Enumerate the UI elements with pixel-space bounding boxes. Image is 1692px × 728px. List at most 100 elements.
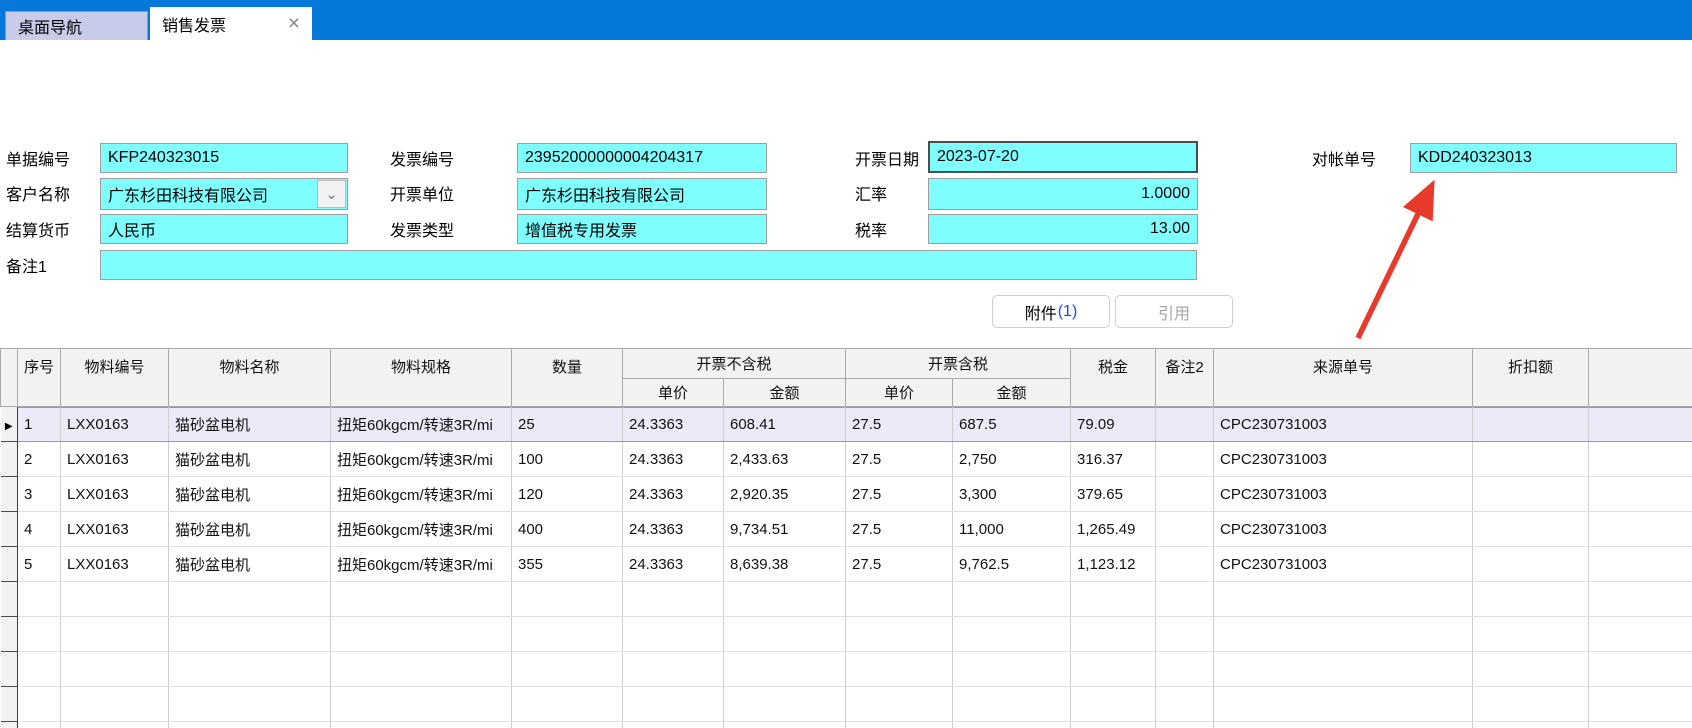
doc-no-field[interactable]: KFP240323015 xyxy=(100,143,348,173)
cell-excl-amount[interactable]: 9,734.51 xyxy=(724,512,846,547)
cell-incl-unit-price[interactable]: 27.5 xyxy=(846,407,953,442)
col-header-material-spec[interactable]: 物料规格 xyxy=(331,349,512,407)
cell-incl-amount[interactable]: 11,000 xyxy=(953,512,1071,547)
row-selector[interactable] xyxy=(1,547,18,582)
cell-material-spec[interactable]: 扭矩60kgcm/转速3R/mi xyxy=(331,442,512,477)
cell-tax[interactable]: 79.09 xyxy=(1071,407,1156,442)
cell-incl-amount[interactable]: 9,762.5 xyxy=(953,547,1071,582)
invoice-no-field[interactable]: 23952000000004204317 xyxy=(517,143,767,173)
cell-excl-unit-price[interactable]: 24.3363 xyxy=(623,477,724,512)
cell-qty[interactable]: 120 xyxy=(512,477,623,512)
cell-source-no[interactable]: CPC230731003 xyxy=(1214,512,1473,547)
cell-incl-unit-price[interactable]: 27.5 xyxy=(846,547,953,582)
cell-remark2[interactable] xyxy=(1156,407,1214,442)
cell-tax[interactable]: 379.65 xyxy=(1071,477,1156,512)
cell-source-no[interactable]: CPC230731003 xyxy=(1214,477,1473,512)
statement-no-field[interactable]: KDD240323013 xyxy=(1410,143,1677,173)
currency-field[interactable]: 人民币 xyxy=(100,214,348,244)
cell-excl-amount[interactable]: 2,920.35 xyxy=(724,477,846,512)
col-header-source-no[interactable]: 来源单号 xyxy=(1214,349,1473,407)
row-selector[interactable] xyxy=(1,442,18,477)
col-header-excl-amount[interactable]: 金额 xyxy=(724,379,846,407)
cell-tax[interactable]: 1,123.12 xyxy=(1071,547,1156,582)
cell-incl-amount[interactable]: 3,300 xyxy=(953,477,1071,512)
cell-discount[interactable] xyxy=(1473,512,1589,547)
cell-excl-unit-price[interactable]: 24.3363 xyxy=(623,442,724,477)
cell-material-name[interactable]: 猫砂盆电机 xyxy=(169,407,331,442)
cell-qty[interactable]: 400 xyxy=(512,512,623,547)
cell-seq[interactable]: 4 xyxy=(18,512,61,547)
cell-excl-amount[interactable]: 608.41 xyxy=(724,407,846,442)
cell-discount[interactable] xyxy=(1473,477,1589,512)
cell-material-no[interactable]: LXX0163 xyxy=(61,547,169,582)
cell-material-name[interactable]: 猫砂盆电机 xyxy=(169,477,331,512)
cell-source-no[interactable]: CPC230731003 xyxy=(1214,442,1473,477)
cell-source-no[interactable]: CPC230731003 xyxy=(1214,407,1473,442)
cell-material-no[interactable]: LXX0163 xyxy=(61,477,169,512)
cell-incl-unit-price[interactable]: 27.5 xyxy=(846,477,953,512)
cell-material-spec[interactable]: 扭矩60kgcm/转速3R/mi xyxy=(331,407,512,442)
cell-material-no[interactable]: LXX0163 xyxy=(61,407,169,442)
invoice-date-field[interactable]: 2023-07-20 xyxy=(928,141,1198,173)
invoice-type-field[interactable]: 增值税专用发票 xyxy=(517,214,767,244)
cell-qty[interactable]: 355 xyxy=(512,547,623,582)
customer-combobox[interactable]: 广东杉田科技有限公司 ⌄ xyxy=(100,178,348,210)
reference-button[interactable]: 引用 xyxy=(1115,295,1233,328)
col-header-excl-unit-price[interactable]: 单价 xyxy=(623,379,724,407)
row-selector[interactable] xyxy=(1,477,18,512)
col-header-remark2[interactable]: 备注2 xyxy=(1156,349,1214,407)
cell-excl-unit-price[interactable]: 24.3363 xyxy=(623,547,724,582)
cell-material-name[interactable]: 猫砂盆电机 xyxy=(169,512,331,547)
cell-tax[interactable]: 1,265.49 xyxy=(1071,512,1156,547)
cell-incl-unit-price[interactable]: 27.5 xyxy=(846,512,953,547)
row-selector[interactable] xyxy=(1,512,18,547)
col-header-incl-amount[interactable]: 金额 xyxy=(953,379,1071,407)
cell-excl-amount[interactable]: 2,433.63 xyxy=(724,442,846,477)
tab-sales-invoice[interactable]: 销售发票 × xyxy=(150,7,312,40)
cell-remark2[interactable] xyxy=(1156,477,1214,512)
cell-material-spec[interactable]: 扭矩60kgcm/转速3R/mi xyxy=(331,512,512,547)
cell-material-no[interactable]: LXX0163 xyxy=(61,442,169,477)
col-header-discount[interactable]: 折扣额 xyxy=(1473,349,1589,407)
exchange-rate-field[interactable]: 1.0000 xyxy=(928,178,1198,210)
col-group-excl-tax[interactable]: 开票不含税 xyxy=(623,349,846,379)
cell-seq[interactable]: 2 xyxy=(18,442,61,477)
col-header-incl-unit-price[interactable]: 单价 xyxy=(846,379,953,407)
invoice-unit-field[interactable]: 广东杉田科技有限公司 xyxy=(517,178,767,210)
col-header-material-no[interactable]: 物料编号 xyxy=(61,349,169,407)
col-header-seq[interactable]: 序号 xyxy=(18,349,61,407)
cell-qty[interactable]: 25 xyxy=(512,407,623,442)
cell-qty[interactable]: 100 xyxy=(512,442,623,477)
cell-discount[interactable] xyxy=(1473,547,1589,582)
cell-seq[interactable]: 3 xyxy=(18,477,61,512)
cell-seq[interactable]: 1 xyxy=(18,407,61,442)
col-header-tax[interactable]: 税金 xyxy=(1071,349,1156,407)
cell-incl-amount[interactable]: 687.5 xyxy=(953,407,1071,442)
cell-material-name[interactable]: 猫砂盆电机 xyxy=(169,547,331,582)
attachment-button[interactable]: 附件(1) xyxy=(992,295,1110,328)
tax-rate-field[interactable]: 13.00 xyxy=(928,214,1198,244)
cell-incl-unit-price[interactable]: 27.5 xyxy=(846,442,953,477)
col-group-incl-tax[interactable]: 开票含税 xyxy=(846,349,1071,379)
cell-discount[interactable] xyxy=(1473,442,1589,477)
cell-discount[interactable] xyxy=(1473,407,1589,442)
cell-excl-amount[interactable]: 8,639.38 xyxy=(724,547,846,582)
col-header-material-name[interactable]: 物料名称 xyxy=(169,349,331,407)
cell-tax[interactable]: 316.37 xyxy=(1071,442,1156,477)
col-header-qty[interactable]: 数量 xyxy=(512,349,623,407)
cell-incl-amount[interactable]: 2,750 xyxy=(953,442,1071,477)
chevron-down-icon[interactable]: ⌄ xyxy=(317,180,346,208)
cell-material-no[interactable]: LXX0163 xyxy=(61,512,169,547)
tab-desktop-navigation[interactable]: 桌面导航 xyxy=(5,11,148,40)
cell-remark2[interactable] xyxy=(1156,442,1214,477)
close-icon[interactable]: × xyxy=(274,13,300,34)
cell-seq[interactable]: 5 xyxy=(18,547,61,582)
cell-excl-unit-price[interactable]: 24.3363 xyxy=(623,512,724,547)
cell-source-no[interactable]: CPC230731003 xyxy=(1214,547,1473,582)
cell-material-spec[interactable]: 扭矩60kgcm/转速3R/mi xyxy=(331,547,512,582)
cell-material-name[interactable]: 猫砂盆电机 xyxy=(169,442,331,477)
cell-remark2[interactable] xyxy=(1156,512,1214,547)
cell-material-spec[interactable]: 扭矩60kgcm/转速3R/mi xyxy=(331,477,512,512)
cell-excl-unit-price[interactable]: 24.3363 xyxy=(623,407,724,442)
row-selector[interactable]: ▶ xyxy=(1,407,18,442)
